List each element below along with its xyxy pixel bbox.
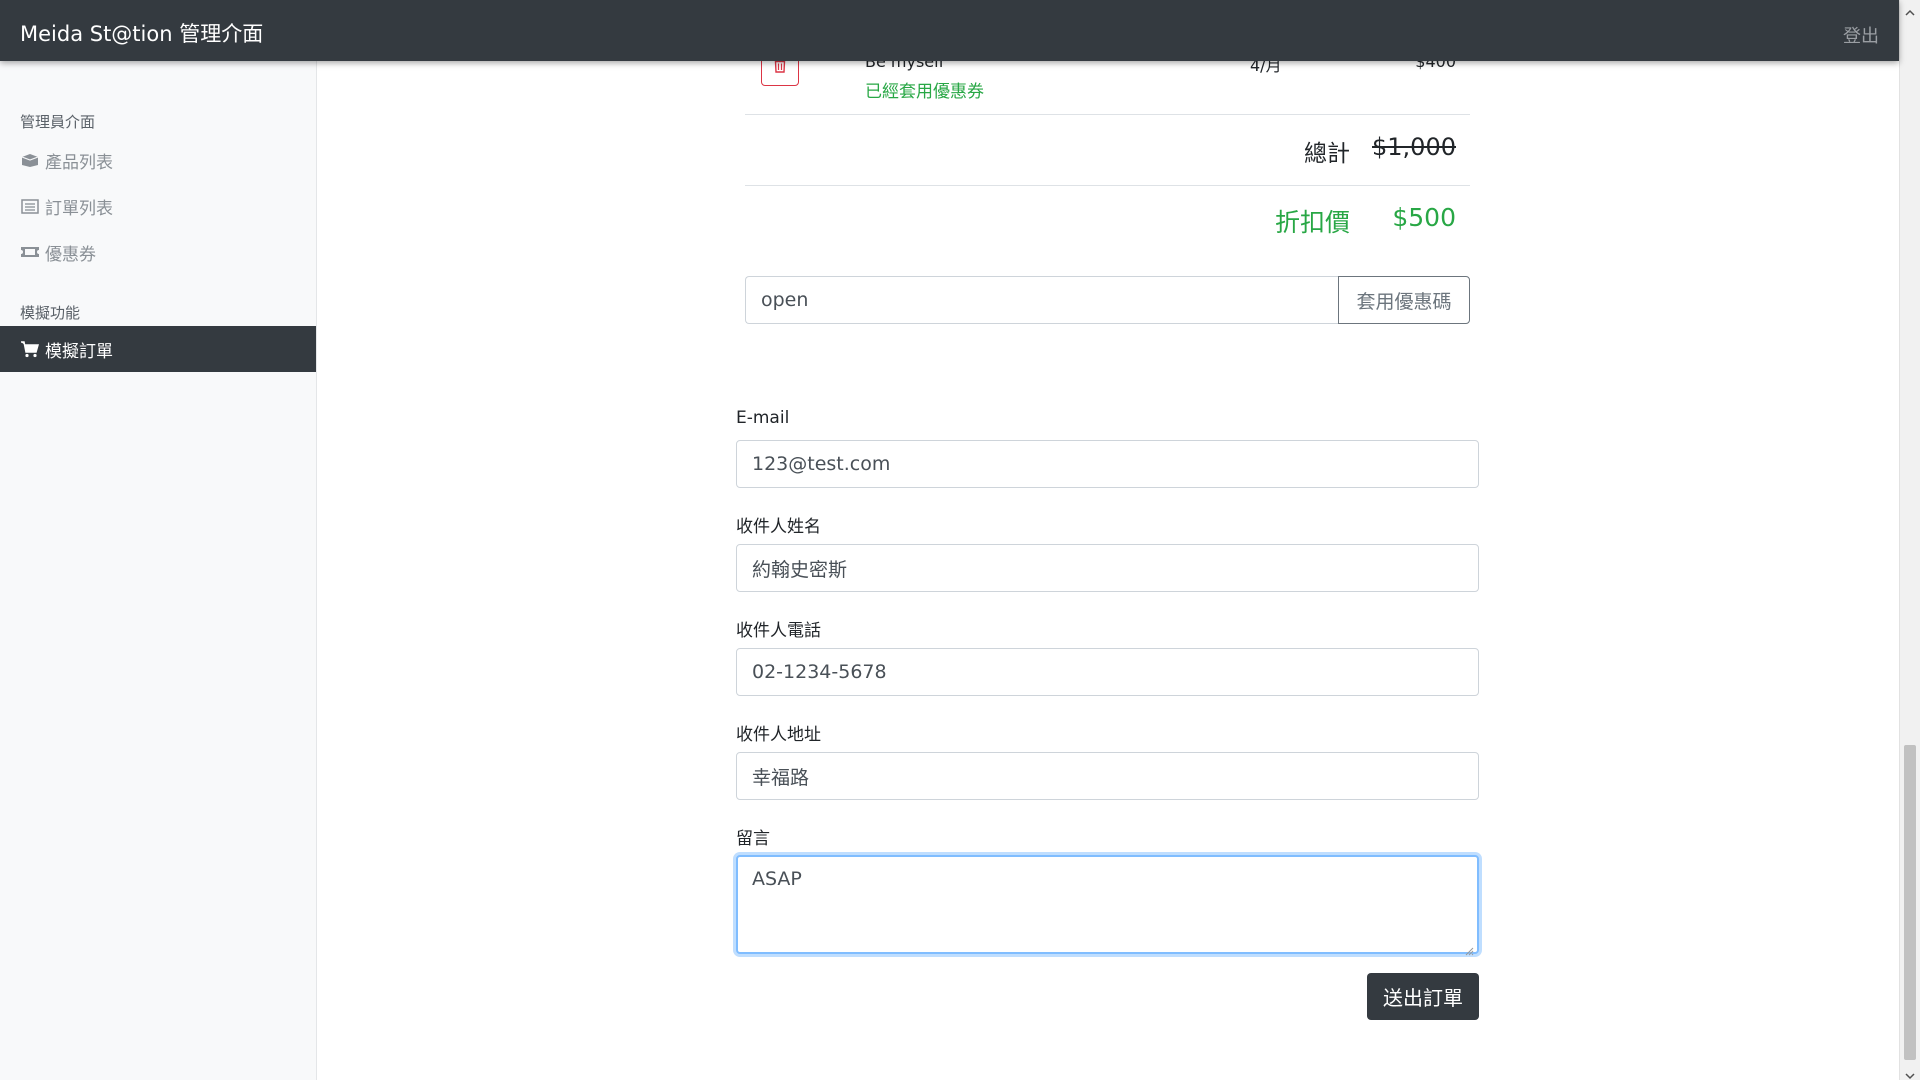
scroll-down-icon[interactable] (1905, 1066, 1915, 1080)
submit-order-button[interactable]: 送出訂單 (1367, 973, 1479, 1020)
top-navbar: Meida St@tion 管理介面 登出 (0, 0, 1899, 61)
recipient-address-field[interactable]: 幸福路 (736, 752, 1479, 800)
sidebar-item-coupons[interactable]: 優惠券 (0, 229, 316, 275)
recipient-phone-field[interactable]: 02-1234-5678 (736, 648, 1479, 696)
list-icon (20, 198, 40, 214)
total-value: $1,000 (1372, 133, 1456, 161)
message-label: 留言 (736, 829, 770, 849)
apply-coupon-button[interactable]: 套用優惠碼 (1338, 276, 1470, 324)
sidebar-item-label: 產品列表 (45, 152, 113, 173)
recipient-name-field[interactable]: 約翰史密斯 (736, 544, 1479, 592)
resize-grip-icon[interactable] (1464, 939, 1474, 956)
cart-icon (20, 340, 40, 357)
coupon-input-group: open 套用優惠碼 (745, 276, 1470, 324)
recipient-phone-label: 收件人電話 (736, 621, 821, 641)
total-row: 總計 $1,000 (745, 115, 1470, 186)
scrollbar-thumb[interactable] (1904, 745, 1916, 1060)
recipient-address-label: 收件人地址 (736, 725, 821, 745)
logout-link[interactable]: 登出 (1843, 22, 1879, 48)
recipient-name-label: 收件人姓名 (736, 517, 821, 537)
sidebar-item-label: 模擬訂單 (45, 341, 113, 362)
sidebar-heading-admin: 管理員介面 (20, 113, 96, 131)
sidebar-item-simulate-order[interactable]: 模擬訂單 (0, 326, 316, 372)
brand-title[interactable]: Meida St@tion 管理介面 (20, 18, 263, 48)
coupon-code-input[interactable]: open (745, 276, 1338, 324)
page-scrollbar[interactable] (1899, 0, 1920, 1080)
discount-label: 折扣價 (1274, 208, 1350, 237)
message-text: ASAP (752, 868, 802, 890)
sidebar-item-orders[interactable]: 訂單列表 (0, 183, 316, 229)
coupon-applied-note: 已經套用優惠券 (865, 82, 984, 102)
sidebar-heading-simulation: 模擬功能 (20, 304, 81, 322)
box-icon (20, 152, 40, 168)
discount-value: $500 (1392, 203, 1456, 232)
scroll-up-icon[interactable] (1905, 3, 1915, 16)
email-field[interactable]: 123@test.com (736, 440, 1479, 488)
sidebar: 管理員介面 產品列表 訂單列表 優惠券 模擬功能 模擬訂單 (0, 61, 317, 1080)
discount-row: 折扣價 $500 (745, 186, 1470, 256)
email-label: E-mail (736, 408, 790, 428)
total-label: 總計 (1304, 141, 1350, 167)
sidebar-item-label: 優惠券 (45, 244, 96, 265)
message-textarea[interactable]: ASAP (736, 855, 1479, 956)
sidebar-item-products[interactable]: 產品列表 (0, 137, 316, 183)
sidebar-item-label: 訂單列表 (45, 198, 113, 219)
ticket-icon (20, 244, 40, 260)
